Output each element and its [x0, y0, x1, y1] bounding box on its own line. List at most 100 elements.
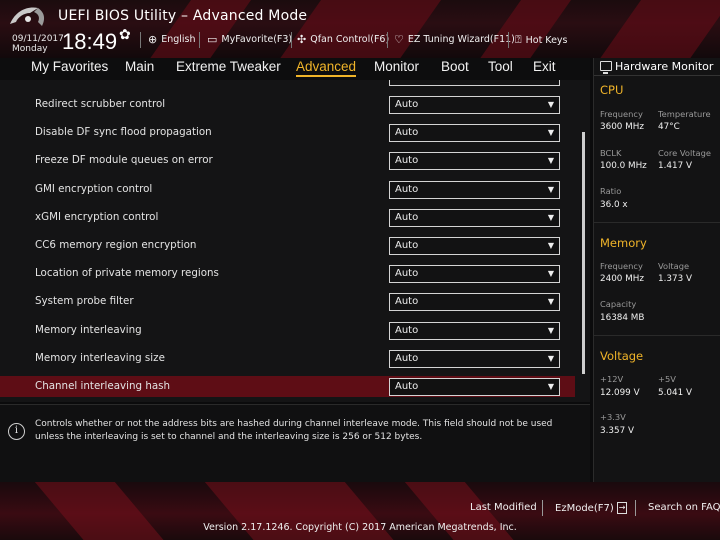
tab-advanced[interactable]: Advanced — [296, 59, 357, 77]
divider — [594, 222, 720, 223]
language-button[interactable]: ⊕ English — [148, 33, 196, 46]
dropdown-value: Auto — [395, 240, 419, 251]
setting-row[interactable]: Memory interleaving size Auto ▼ — [0, 348, 575, 370]
setting-row[interactable]: GMI encryption control Auto ▼ — [0, 179, 575, 201]
top-bar: UEFI BIOS Utility – Advanced Mode 09/11/… — [0, 0, 720, 58]
bclk-label: BCLK — [600, 148, 622, 158]
ez-mode-button[interactable]: EzMode(F7) → — [555, 502, 628, 514]
chevron-down-icon: ▼ — [547, 212, 554, 222]
memory-frequency-label: Frequency — [600, 261, 643, 271]
capacity-value: 16384 MB — [600, 313, 645, 323]
setting-label: CC6 memory region encryption — [35, 239, 197, 251]
divider — [291, 32, 292, 48]
last-modified-label: Last Modified — [470, 502, 537, 513]
globe-icon: ⊕ — [148, 33, 158, 46]
tab-extreme-tweaker[interactable]: Extreme Tweaker — [176, 59, 281, 74]
cpu-heading: CPU — [600, 83, 624, 97]
v12-label: +12V — [600, 374, 624, 384]
setting-row[interactable]: Location of private memory regions Auto ▼ — [0, 263, 575, 285]
setting-row[interactable]: Redirect scrubber control Auto ▼ — [0, 94, 575, 116]
setting-row[interactable]: Channel interleaving hash Auto ▼ — [0, 376, 575, 397]
chevron-down-icon: ▼ — [547, 269, 554, 279]
setting-row[interactable]: CC6 memory region encryption Auto ▼ — [0, 235, 575, 257]
tab-monitor[interactable]: Monitor — [374, 59, 419, 74]
version-text: Version 2.17.1246. Copyright (C) 2017 Am… — [203, 522, 517, 533]
my-favorite-button[interactable]: ▭ MyFavorite(F3) — [207, 33, 292, 46]
setting-label: GMI encryption control — [35, 182, 153, 195]
scrollbar[interactable] — [582, 132, 585, 374]
hardware-monitor-title: Hardware Monitor — [615, 60, 714, 73]
setting-row[interactable]: Memory interleaving Auto ▼ — [0, 320, 575, 342]
partial-dropdown[interactable] — [389, 80, 560, 86]
qfan-control-button[interactable]: ✣ Qfan Control(F6) — [297, 33, 389, 46]
clock: 18:49 — [62, 29, 118, 54]
dropdown-value: Auto — [395, 127, 419, 139]
v12-value: 12.099 V — [600, 388, 640, 398]
tab-tool[interactable]: Tool — [488, 59, 513, 74]
voltage-heading: Voltage — [600, 349, 644, 363]
setting-label: Location of private memory regions — [35, 267, 219, 280]
rog-logo-icon — [10, 7, 45, 26]
ez-mode-label: EzMode(F7) — [555, 502, 614, 514]
v5-label: +5V — [658, 374, 676, 384]
tab-my-favorites[interactable]: My Favorites — [31, 59, 108, 74]
hardware-monitor-header: Hardware Monitor — [594, 58, 720, 76]
search-faq-button[interactable]: Search on FAQ — [648, 502, 720, 513]
setting-dropdown[interactable]: Auto ▼ — [389, 349, 560, 368]
setting-label: Memory interleaving size — [35, 351, 165, 364]
tab-exit[interactable]: Exit — [533, 59, 556, 74]
help-panel: i Controls whether or not the address bi… — [0, 404, 590, 482]
setting-dropdown[interactable]: Auto ▼ — [389, 96, 560, 114]
memory-voltage-value: 1.373 V — [658, 274, 692, 284]
tab-boot[interactable]: Boot — [441, 59, 469, 74]
memory-heading: Memory — [600, 236, 647, 250]
dropdown-value: Auto — [395, 268, 419, 280]
date-display: 09/11/2017 Monday — [12, 34, 64, 54]
setting-dropdown[interactable]: Auto ▼ — [389, 237, 560, 255]
info-icon: i — [8, 423, 25, 440]
memory-voltage-label: Voltage — [658, 261, 690, 271]
dropdown-value: Auto — [395, 183, 419, 195]
hot-keys-button[interactable]: ⍰ Hot Keys — [515, 33, 567, 47]
divider — [635, 500, 636, 516]
ez-tuning-label: EZ Tuning Wizard(F11) — [407, 34, 515, 45]
hot-keys-label: Hot Keys — [525, 34, 568, 46]
bclk-value: 100.0 MHz — [600, 161, 647, 171]
setting-dropdown[interactable]: Auto ▼ — [389, 208, 560, 227]
setting-dropdown[interactable]: Auto ▼ — [389, 152, 560, 171]
help-text: Controls whether or not the address bits… — [35, 419, 553, 442]
setting-label: Disable DF sync flood propagation — [35, 126, 212, 139]
setting-label: Redirect scrubber control — [35, 98, 166, 110]
setting-row[interactable]: Disable DF sync flood propagation Auto ▼ — [0, 122, 575, 144]
setting-dropdown[interactable]: Auto ▼ — [389, 124, 560, 143]
v33-label: +3.3V — [600, 412, 626, 422]
setting-row[interactable]: Freeze DF module queues on error Auto ▼ — [0, 150, 575, 172]
chevron-down-icon: ▼ — [547, 184, 554, 194]
setting-label: xGMI encryption control — [35, 210, 159, 223]
favorite-icon: ▭ — [207, 33, 218, 46]
core-voltage-label: Core Voltage — [658, 148, 711, 158]
dropdown-value: Auto — [395, 352, 419, 364]
setting-dropdown[interactable]: Auto ▼ — [389, 180, 560, 199]
memory-frequency-value: 2400 MHz — [600, 274, 645, 284]
ez-tuning-wizard-button[interactable]: ♡ EZ Tuning Wizard(F11) — [394, 33, 515, 46]
setting-dropdown[interactable]: Auto ▼ — [389, 378, 560, 396]
search-faq-label: Search on FAQ — [648, 502, 720, 513]
gear-icon[interactable]: ✿ — [119, 27, 131, 43]
tab-main[interactable]: Main — [125, 59, 154, 74]
last-modified-button[interactable]: Last Modified — [470, 502, 537, 513]
setting-row[interactable]: System probe filter Auto ▼ — [0, 291, 575, 313]
language-label: English — [161, 34, 196, 45]
cpu-frequency-value: 3600 MHz — [600, 122, 645, 132]
divider — [508, 32, 509, 48]
setting-dropdown[interactable]: Auto ▼ — [389, 321, 560, 340]
monitor-icon — [600, 61, 612, 74]
setting-row[interactable]: xGMI encryption control Auto ▼ — [0, 207, 575, 229]
setting-dropdown[interactable]: Auto ▼ — [389, 293, 560, 312]
cpu-temperature-value: 47°C — [658, 122, 680, 132]
date-text: 09/11/2017 — [12, 34, 64, 44]
chevron-down-icon: ▼ — [547, 325, 554, 335]
dropdown-value: Auto — [395, 324, 419, 336]
capacity-label: Capacity — [600, 299, 637, 309]
setting-dropdown[interactable]: Auto ▼ — [389, 265, 560, 284]
